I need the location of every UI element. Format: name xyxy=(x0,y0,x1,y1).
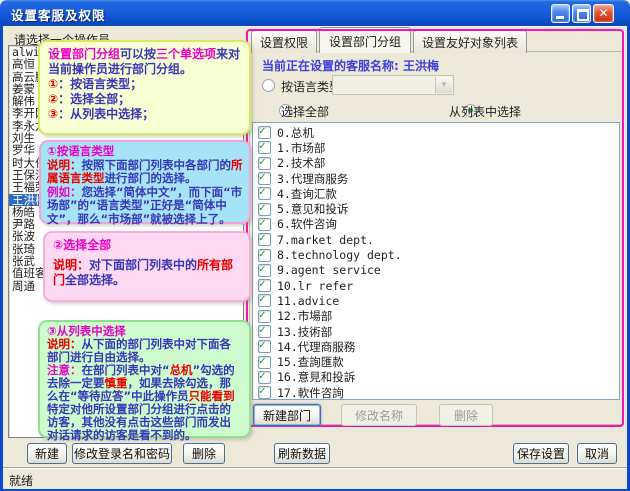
tooltip-line: ①：按语言类型； xyxy=(48,77,241,92)
department-row[interactable]: ✓ 14.代理商服務 xyxy=(253,339,619,354)
checkbox-checked-icon[interactable]: ✓ xyxy=(258,279,271,292)
department-row[interactable]: ✓ 13.技術部 xyxy=(253,324,619,339)
new-operator-button[interactable]: 新建 xyxy=(27,443,67,464)
department-label: 17.軟件咨詢 xyxy=(277,385,344,400)
checkbox-checked-icon[interactable]: ✓ xyxy=(258,356,271,369)
checkbox-checked-icon[interactable]: ✓ xyxy=(258,187,271,200)
department-label: 0.总机 xyxy=(277,125,314,141)
department-row[interactable]: ✓ 6.软件咨询 xyxy=(253,217,619,232)
window-border-left xyxy=(0,26,3,491)
department-label: 6.软件咨询 xyxy=(277,216,337,232)
chevron-down-icon[interactable]: ▾ xyxy=(435,77,452,93)
tooltip-by-language: ①按语言类型说明：按照下面部门列表中各部门的所属语言类型进行部门的选择。例如：您… xyxy=(39,140,251,224)
tab-2[interactable]: 设置友好对象列表 xyxy=(413,30,527,53)
checkbox-checked-icon[interactable]: ✓ xyxy=(258,233,271,246)
department-row[interactable]: ✓ 16.意見和投訴 xyxy=(253,370,619,385)
tooltip-line: ③：从列表中选择； xyxy=(48,107,241,122)
checkbox-checked-icon[interactable]: ✓ xyxy=(258,386,271,399)
department-row[interactable]: ✓ 4.查询汇款 xyxy=(253,186,619,201)
department-label: 7.market dept. xyxy=(277,233,374,247)
department-label: 14.代理商服務 xyxy=(277,339,355,355)
window-title: 设置客服及权限 xyxy=(11,5,106,24)
cancel-button[interactable]: 取消 xyxy=(577,443,617,464)
department-label: 4.查询汇款 xyxy=(277,186,337,202)
status-bar: 就绪 xyxy=(3,467,627,489)
tooltip-line: 说明：从下面的部门列表中对下面各部门进行自由选择。 xyxy=(47,338,242,364)
checkbox-checked-icon[interactable]: ✓ xyxy=(258,157,271,170)
tooltip-select-all: ②选择全部说明：对下面部门列表中的所有部门全部选择。 xyxy=(43,231,251,302)
department-label: 2.技术部 xyxy=(277,155,325,171)
refresh-data-button[interactable]: 刷新数据 xyxy=(274,443,330,464)
checkbox-checked-icon[interactable]: ✓ xyxy=(258,264,271,277)
department-row[interactable]: ✓ 0.总机 xyxy=(253,125,619,140)
tab-1[interactable]: 设置部门分组 xyxy=(319,27,411,53)
status-text: 就绪 xyxy=(9,472,33,489)
checkbox-checked-icon[interactable]: ✓ xyxy=(258,325,271,338)
minimize-button[interactable] xyxy=(551,4,570,23)
department-row[interactable]: ✓ 7.market dept. xyxy=(253,232,619,247)
modify-login-password-button[interactable]: 修改登录名和密码 xyxy=(72,443,172,464)
close-button[interactable]: ✕ xyxy=(593,4,614,23)
checkbox-checked-icon[interactable]: ✓ xyxy=(258,172,271,185)
department-label: 9.agent service xyxy=(277,263,381,277)
department-label: 1.市场部 xyxy=(277,140,325,156)
radio-by-language[interactable] xyxy=(262,79,275,92)
rename-department-button[interactable]: 修改名称 xyxy=(341,404,417,426)
department-row[interactable]: ✓ 2.技术部 xyxy=(253,156,619,171)
maximize-button[interactable] xyxy=(572,4,591,23)
department-row[interactable]: ✓ 5.意见和投诉 xyxy=(253,201,619,216)
department-checkbox-list[interactable]: ✓ 0.总机 ✓ 1.市场部 ✓ 2.技术部 ✓ 3.代理商服务 ✓ 4.查询汇款 ✓ 5.意见和投诉… xyxy=(252,122,620,400)
department-label: 13.技術部 xyxy=(277,324,332,340)
tooltip-line: 说明：按照下面部门列表中各部门的所属语言类型进行部门的选择。 xyxy=(47,159,243,186)
department-label: 5.意见和投诉 xyxy=(277,201,348,217)
department-row[interactable]: ✓ 12.市場部 xyxy=(253,309,619,324)
department-label: 15.查詢匯款 xyxy=(277,354,344,370)
department-row[interactable]: ✓ 10.lr refer xyxy=(253,278,619,293)
tooltip-line: 例如：您选择“简体中文”，而下面“市场部”的“语言类型”正好是“简体中文”，那么… xyxy=(47,186,243,227)
department-label: 12.市場部 xyxy=(277,308,332,324)
title-bar: 设置客服及权限 ✕ xyxy=(0,0,630,26)
department-label: 3.代理商服务 xyxy=(277,171,348,187)
tooltip-line: ①按语言类型 xyxy=(47,145,243,159)
tooltip-line: 设置部门分组可以按三个单选项来对当前操作员进行部门分组。 xyxy=(48,47,241,77)
tooltip-line: ②：选择全部； xyxy=(48,92,241,107)
checkbox-checked-icon[interactable]: ✓ xyxy=(258,294,271,307)
tooltip-line: 说明：对下面部门列表中的所有部门全部选择。 xyxy=(53,258,241,288)
tab-strip: 设置权限设置部门分组设置友好对象列表 xyxy=(251,31,529,53)
department-row[interactable]: ✓ 17.軟件咨詢 xyxy=(253,385,619,400)
checkbox-checked-icon[interactable]: ✓ xyxy=(258,203,271,216)
radio-from-list-label: 从列表中选择 xyxy=(449,103,521,120)
department-row[interactable]: ✓ 9.agent service xyxy=(253,263,619,278)
department-row[interactable]: ✓ 1.市场部 xyxy=(253,140,619,155)
checkbox-checked-icon[interactable]: ✓ xyxy=(258,310,271,323)
new-department-button[interactable]: 新建部门 xyxy=(253,404,321,426)
department-label: 8.technology dept. xyxy=(277,248,402,262)
department-row[interactable]: ✓ 11.advice xyxy=(253,293,619,308)
tab-0[interactable]: 设置权限 xyxy=(251,30,317,53)
current-agent-label: 当前正在设置的客服名称: 王洪梅 xyxy=(262,57,439,74)
checkbox-checked-icon[interactable]: ✓ xyxy=(258,126,271,139)
delete-department-button[interactable]: 删除 xyxy=(439,404,493,426)
radio-select-all-label: 选择全部 xyxy=(281,103,329,120)
department-row[interactable]: ✓ 8.technology dept. xyxy=(253,247,619,262)
checkbox-checked-icon[interactable]: ✓ xyxy=(258,141,271,154)
tooltip-line: ②选择全部 xyxy=(53,238,241,253)
department-label: 11.advice xyxy=(277,294,339,308)
tooltip-from-list: ③从列表中选择说明：从下面的部门列表中对下面各部门进行自由选择。注意：在部门列表… xyxy=(38,320,251,438)
department-row[interactable]: ✓ 3.代理商服务 xyxy=(253,171,619,186)
checkbox-checked-icon[interactable]: ✓ xyxy=(258,249,271,262)
checkbox-checked-icon[interactable]: ✓ xyxy=(258,340,271,353)
checkbox-checked-icon[interactable]: ✓ xyxy=(258,371,271,384)
save-settings-button[interactable]: 保存设置 xyxy=(513,443,569,464)
language-type-combobox[interactable]: ▾ xyxy=(332,75,454,95)
department-label: 10.lr refer xyxy=(277,279,353,293)
department-row[interactable]: ✓ 15.查詢匯款 xyxy=(253,354,619,369)
checkbox-checked-icon[interactable]: ✓ xyxy=(258,218,271,231)
department-label: 16.意見和投訴 xyxy=(277,369,355,385)
tooltip-line: 注意：在部门列表中对“总机”勾选的去除一定要慎重，如果去除勾选，那么在“等待应答… xyxy=(47,364,242,442)
tooltip-overview: 设置部门分组可以按三个单选项来对当前操作员进行部门分组。①：按语言类型；②：选择… xyxy=(38,40,251,135)
delete-operator-button[interactable]: 删除 xyxy=(183,443,225,464)
